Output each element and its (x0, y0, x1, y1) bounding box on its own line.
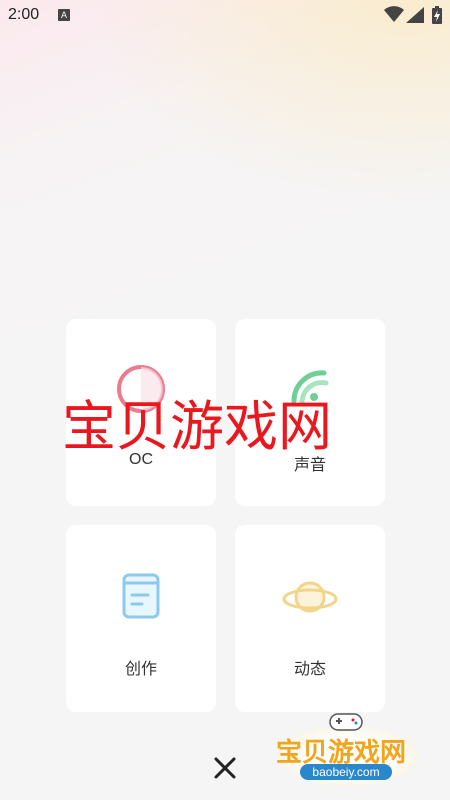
status-bar: 2:00 A (0, 0, 450, 32)
gamepad-icon (329, 713, 363, 731)
menu-card-label: 动态 (293, 661, 326, 678)
notification-icon: A (58, 9, 70, 21)
menu-card-feed[interactable]: 动态 (235, 525, 385, 712)
background-glow (0, 0, 450, 260)
watermark-text: 宝贝游戏网 (62, 395, 332, 458)
status-time: 2:00 (8, 6, 40, 23)
wifi-icon (384, 6, 404, 22)
planet-icon (282, 581, 338, 613)
signal-icon (406, 7, 424, 23)
menu-card-label: 创作 (124, 661, 157, 678)
battery-icon (432, 6, 442, 24)
watermark-logo: 宝贝游戏网 baobeiy.com (270, 706, 430, 790)
close-icon[interactable] (211, 754, 239, 782)
menu-card-create[interactable]: 创作 (66, 525, 216, 712)
notebook-icon (122, 573, 160, 619)
logo-url: baobeiy.com (300, 764, 392, 780)
